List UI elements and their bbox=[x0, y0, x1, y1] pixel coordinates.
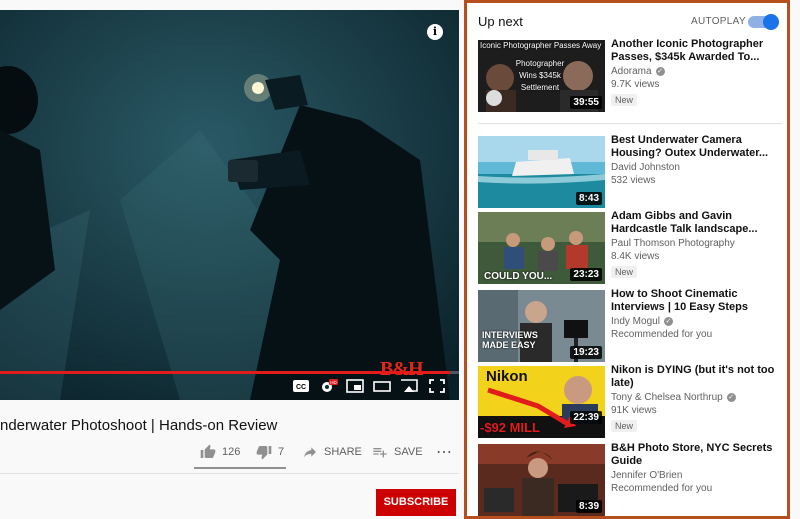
view-count: 91K views bbox=[611, 405, 657, 416]
video-meta: How to Shoot Cinematic Interviews | 10 E… bbox=[611, 288, 786, 340]
new-badge: New bbox=[611, 420, 638, 432]
toggle-knob bbox=[763, 14, 779, 30]
video-thumbnail[interactable]: 8:39 bbox=[478, 444, 605, 516]
up-next-item[interactable]: 8:43 Best Underwater Camera Housing? Out… bbox=[478, 134, 786, 208]
new-badge: New bbox=[611, 94, 638, 106]
thumbs-up-icon bbox=[200, 444, 216, 458]
video-title[interactable]: B&H Photo Store, NYC Secrets Guide bbox=[611, 442, 786, 468]
video-title[interactable]: Adam Gibbs and Gavin Hardcastle Talk lan… bbox=[611, 210, 786, 236]
video-meta: Another Iconic Photographer Passes, $345… bbox=[611, 38, 786, 108]
video-duration: 19:23 bbox=[570, 346, 602, 359]
video-thumbnail[interactable]: Iconic Photographer Passes Away Photogra… bbox=[478, 40, 605, 112]
video-frame bbox=[0, 10, 459, 400]
youtube-watch-page: i B&H CC HD nderwater Photoshoot | Hands… bbox=[0, 0, 800, 519]
video-title[interactable]: How to Shoot Cinematic Interviews | 10 E… bbox=[611, 288, 786, 314]
channel-name[interactable]: Paul Thomson Photography bbox=[611, 238, 786, 249]
autoplay-label: AUTOPLAY bbox=[691, 16, 746, 27]
cast-icon[interactable] bbox=[400, 379, 418, 393]
channel-name[interactable]: Indy Mogul ✓ bbox=[611, 316, 786, 327]
channel-name[interactable]: Adorama ✓ bbox=[611, 66, 786, 77]
video-thumbnail[interactable]: 8:43 bbox=[478, 136, 605, 208]
progress-bar[interactable] bbox=[0, 371, 459, 374]
video-duration: 8:43 bbox=[575, 192, 602, 205]
save-button[interactable]: SAVE bbox=[372, 443, 423, 461]
up-next-item[interactable]: COULD YOU... 23:23 Adam Gibbs and Gavin … bbox=[478, 210, 786, 284]
like-button[interactable]: 126 bbox=[200, 443, 240, 461]
sentiment-bar bbox=[194, 467, 286, 469]
svg-text:HD: HD bbox=[330, 380, 337, 385]
video-meta: Best Underwater Camera Housing? Outex Un… bbox=[611, 134, 786, 186]
captions-icon[interactable]: CC bbox=[292, 379, 310, 393]
verified-check-icon: ✓ bbox=[663, 317, 673, 326]
channel-name[interactable]: Jennifer O'Brien bbox=[611, 470, 786, 481]
theater-mode-icon[interactable] bbox=[373, 379, 391, 393]
video-title[interactable]: Best Underwater Camera Housing? Outex Un… bbox=[611, 134, 786, 160]
video-title: nderwater Photoshoot | Hands-on Review bbox=[0, 417, 278, 434]
video-thumbnail[interactable]: Nikon -$92 MILL 22:39 bbox=[478, 366, 605, 438]
progress-played bbox=[0, 371, 450, 374]
fullscreen-icon[interactable] bbox=[428, 379, 446, 393]
up-next-item[interactable]: INTERVIEWS MADE EASY 19:23 How to Shoot … bbox=[478, 288, 786, 362]
recommendation-reason: Recommended for you bbox=[611, 483, 713, 494]
video-thumbnail[interactable]: COULD YOU... 23:23 bbox=[478, 212, 605, 284]
thumbnail-caption-secondary: Photographer Wins $345k Settlement bbox=[515, 59, 565, 92]
view-count: 8.4K views bbox=[611, 251, 660, 262]
video-meta: B&H Photo Store, NYC Secrets Guide Jenni… bbox=[611, 442, 786, 494]
info-icon[interactable]: i bbox=[427, 24, 443, 40]
subscribe-button[interactable]: SUBSCRIBE bbox=[376, 489, 456, 516]
thumbnail-caption: COULD YOU... bbox=[484, 271, 553, 282]
autoplay-toggle[interactable] bbox=[748, 14, 779, 30]
playlist-add-icon bbox=[373, 448, 387, 458]
thumbnail-caption: INTERVIEWS MADE EASY bbox=[482, 330, 538, 350]
like-count: 126 bbox=[222, 446, 241, 458]
video-player[interactable]: i B&H CC HD bbox=[0, 10, 459, 400]
video-title[interactable]: Another Iconic Photographer Passes, $345… bbox=[611, 38, 786, 64]
share-label: SHARE bbox=[324, 446, 362, 458]
divider bbox=[0, 473, 459, 474]
view-count: 532 views bbox=[611, 175, 656, 186]
save-label: SAVE bbox=[394, 446, 423, 458]
video-title[interactable]: Nikon is DYING (but it's not too late) bbox=[611, 364, 786, 390]
new-badge: New bbox=[611, 266, 638, 278]
svg-text:CC: CC bbox=[296, 384, 306, 391]
up-next-title: Up next bbox=[478, 14, 523, 29]
verified-check-icon: ✓ bbox=[655, 67, 665, 76]
thumbs-down-icon bbox=[256, 446, 272, 460]
dislike-button[interactable]: 7 bbox=[256, 443, 284, 461]
channel-name[interactable]: Tony & Chelsea Northrup ✓ bbox=[611, 392, 786, 403]
video-duration: 22:39 bbox=[570, 411, 602, 424]
up-next-item[interactable]: Nikon -$92 MILL 22:39 Nikon is DYING (bu… bbox=[478, 364, 786, 438]
video-meta: Nikon is DYING (but it's not too late) T… bbox=[611, 364, 786, 434]
verified-check-icon: ✓ bbox=[726, 393, 736, 402]
channel-watermark[interactable]: B&H bbox=[380, 358, 424, 381]
dislike-count: 7 bbox=[278, 446, 285, 458]
video-duration: 39:55 bbox=[570, 96, 602, 109]
video-thumbnail[interactable]: INTERVIEWS MADE EASY 19:23 bbox=[478, 290, 605, 362]
settings-hd-icon[interactable]: HD bbox=[320, 379, 338, 393]
video-duration: 23:23 bbox=[570, 268, 602, 281]
thumbnail-caption: Iconic Photographer Passes Away bbox=[480, 41, 602, 50]
channel-name[interactable]: David Johnston bbox=[611, 162, 786, 173]
video-duration: 8:39 bbox=[575, 500, 602, 513]
recommendation-reason: Recommended for you bbox=[611, 329, 713, 340]
video-meta: Adam Gibbs and Gavin Hardcastle Talk lan… bbox=[611, 210, 786, 280]
up-next-item[interactable]: 8:39 B&H Photo Store, NYC Secrets Guide … bbox=[478, 442, 786, 516]
section-divider bbox=[478, 123, 782, 124]
view-count: 9.7K views bbox=[611, 79, 660, 90]
thumbnail-caption: Nikon bbox=[486, 368, 528, 385]
share-button[interactable]: SHARE bbox=[302, 443, 362, 461]
up-next-panel: Up next AUTOPLAY Iconic Photographer Pas… bbox=[464, 0, 790, 519]
thumbnail-caption-secondary: -$92 MILL bbox=[480, 420, 540, 435]
up-next-item[interactable]: Iconic Photographer Passes Away Photogra… bbox=[478, 38, 786, 112]
more-horizontal-icon[interactable]: ⋯ bbox=[436, 443, 453, 461]
share-icon bbox=[304, 447, 316, 458]
miniplayer-icon[interactable] bbox=[346, 379, 364, 393]
